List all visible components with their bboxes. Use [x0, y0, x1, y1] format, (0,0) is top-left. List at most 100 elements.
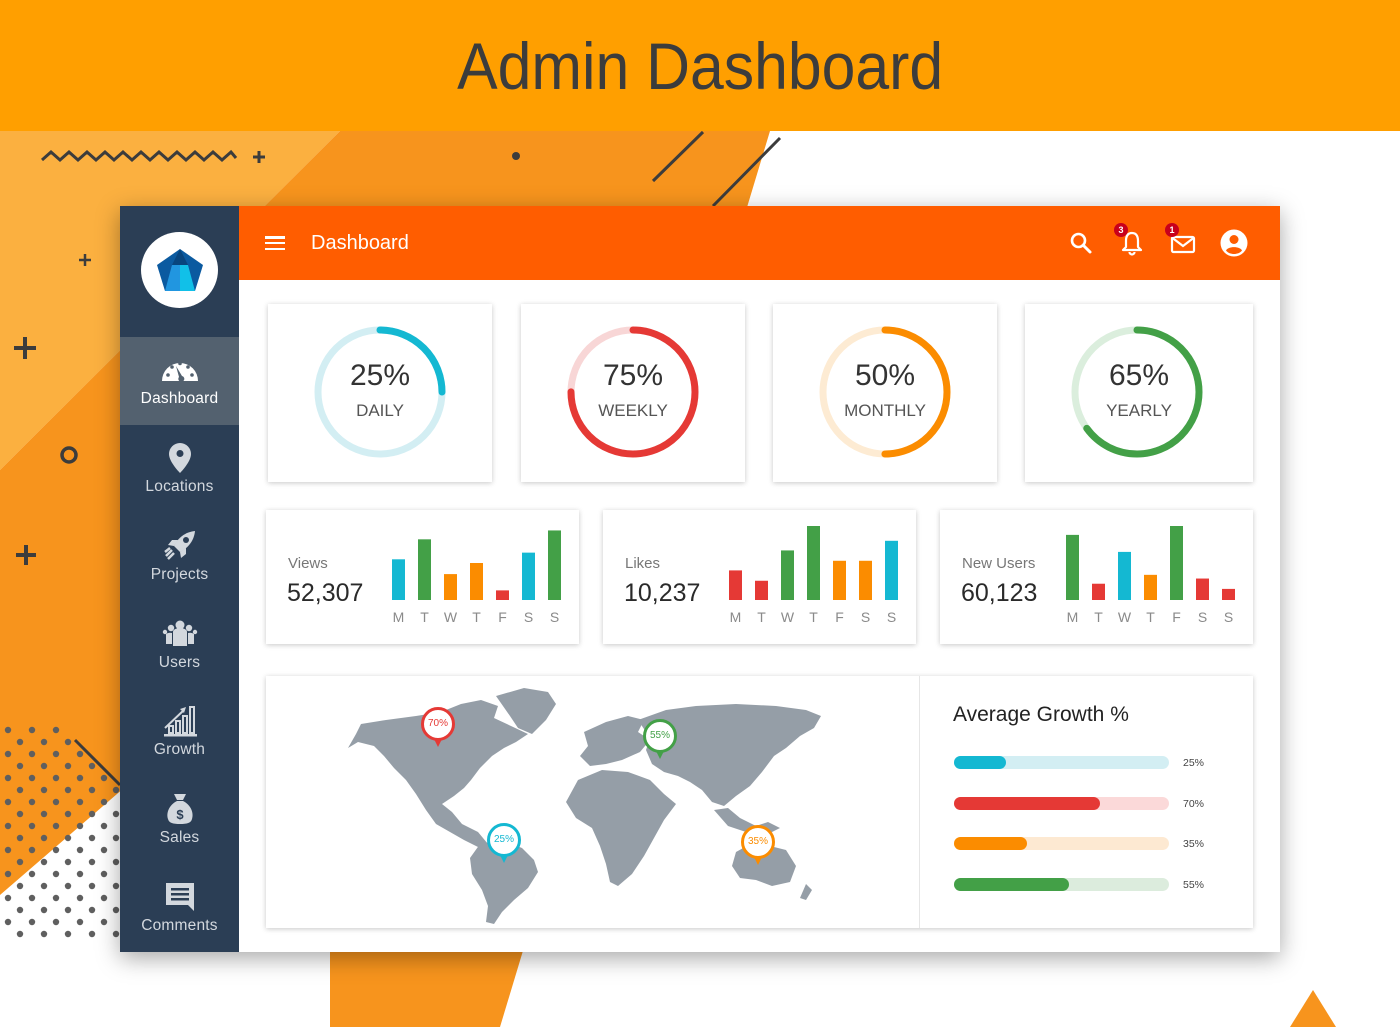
bar: [470, 563, 483, 600]
pin-label: 35%: [747, 836, 768, 847]
x-tick-label: W: [1118, 609, 1132, 625]
pattern-dot: [52, 798, 60, 806]
pin-label: 25%: [493, 834, 514, 845]
growth-bar: [954, 796, 1169, 810]
pattern-dot: [76, 870, 84, 878]
pattern-dot: [88, 810, 96, 818]
messages-button[interactable]: 1: [1165, 223, 1197, 257]
pattern-dot: [64, 738, 72, 746]
pattern-dot: [28, 798, 36, 806]
pattern-dot: [112, 858, 120, 866]
map-pin[interactable]: 70%: [421, 707, 455, 751]
pattern-dot: [40, 858, 48, 866]
x-tick-label: S: [550, 609, 559, 625]
search-button[interactable]: [1067, 229, 1095, 257]
notifications-button[interactable]: 3: [1114, 223, 1146, 257]
bar: [496, 590, 509, 600]
pattern-dot: [64, 762, 72, 770]
pattern-dot: [4, 750, 12, 758]
pattern-dot: [112, 906, 120, 914]
bar: [1170, 526, 1183, 600]
pattern-dot: [4, 726, 12, 734]
content-area: 25% DAILY 75% WEEKLY 50% MONTHLY 65% YEARLY …: [239, 280, 1280, 952]
growth-bar-fill: [954, 756, 1007, 769]
pattern-dot: [100, 846, 108, 854]
hamburger-menu-icon[interactable]: [265, 235, 285, 251]
x-tick-label: S: [1224, 609, 1233, 625]
pattern-dot: [16, 762, 24, 770]
map-pin[interactable]: 25%: [487, 823, 521, 867]
pattern-dot: [64, 882, 72, 890]
pattern-dot: [52, 750, 60, 758]
pattern-dot: [16, 738, 24, 746]
growth-bar-fill: [954, 837, 1027, 850]
map-pin[interactable]: 55%: [643, 719, 677, 763]
sidebar-item-label: Users: [158, 653, 201, 671]
pattern-dot: [52, 726, 60, 734]
pattern-dot: [52, 774, 60, 782]
dashboard-window: Dashboard Locations Projects Users Growt…: [120, 206, 1280, 952]
sidebar-item-dashboard[interactable]: Dashboard: [120, 337, 239, 425]
sidebar-item-label: Growth: [153, 741, 206, 759]
x-tick-label: S: [861, 609, 870, 625]
sidebar-item-label: Comments: [141, 917, 218, 935]
sidebar-item-comments[interactable]: Comments: [120, 864, 239, 952]
views-card: Views 52,307 MTWTFSS: [266, 510, 579, 644]
growth-title: Average Growth %: [953, 703, 1129, 726]
x-tick-label: S: [524, 609, 533, 625]
pattern-dot: [88, 882, 96, 890]
x-tick-label: T: [809, 609, 818, 625]
map-pin[interactable]: 35%: [741, 825, 775, 869]
bar: [833, 560, 846, 600]
bar: [1092, 583, 1105, 600]
growth-percent-label: 55%: [1183, 878, 1205, 891]
x-tick-label: S: [887, 609, 896, 625]
pattern-dot: [28, 726, 36, 734]
x-tick-label: F: [835, 609, 844, 625]
new-users-card: New Users 60,123 MTWTFSS: [940, 510, 1253, 644]
pattern-dot: [16, 882, 24, 890]
pin-label: 55%: [649, 730, 670, 741]
pattern-dot: [4, 894, 12, 902]
logo[interactable]: [141, 232, 218, 309]
growth-bar: [954, 837, 1169, 850]
pin-marker-icon: [643, 719, 677, 759]
sidebar-item-growth[interactable]: Growth: [120, 688, 239, 776]
monthly-progress-card: 50% MONTHLY: [773, 304, 997, 482]
x-tick-label: M: [1067, 609, 1079, 625]
likes-bar-chart: MTWTFSS: [729, 526, 898, 625]
ring-value: 50%: [854, 359, 916, 392]
x-tick-label: F: [1172, 609, 1181, 625]
dot-mark: [512, 152, 520, 160]
account-button[interactable]: [1220, 229, 1248, 257]
pattern-dot: [88, 906, 96, 914]
sidebar-item-sales[interactable]: $ Sales: [120, 776, 239, 864]
pattern-dot: [52, 846, 60, 854]
pattern-dot: [64, 834, 72, 842]
pattern-dot: [28, 774, 36, 782]
pattern-dot: [100, 774, 108, 782]
sidebar-item-projects[interactable]: Projects: [120, 513, 239, 601]
pattern-dot: [112, 882, 120, 890]
average-growth-panel: Average Growth % 25% 70% 35% 55%: [920, 676, 1253, 928]
pattern-dot: [88, 930, 96, 938]
ring-value: 75%: [602, 359, 664, 392]
bar: [885, 540, 898, 600]
pattern-dot: [4, 870, 12, 878]
sidebar-item-locations[interactable]: Locations: [120, 425, 239, 513]
svg-text:$: $: [176, 807, 184, 822]
ring-label: WEEKLY: [598, 401, 668, 420]
sidebar-item-users[interactable]: Users: [120, 601, 239, 689]
bar: [755, 580, 768, 600]
stat-value: 60,123: [961, 579, 1038, 607]
pattern-dot: [40, 834, 48, 842]
sidebar-item-label: Projects: [150, 565, 209, 583]
pattern-dot: [40, 738, 48, 746]
sidebar-item-label: Dashboard: [140, 389, 219, 407]
pattern-dot: [16, 906, 24, 914]
views-bar-chart: MTWTFSS: [392, 530, 561, 625]
bar: [1222, 588, 1235, 600]
likes-card: Likes 10,237 MTWTFSS: [603, 510, 916, 644]
stat-name: New Users: [962, 555, 1036, 572]
pattern-dot: [52, 918, 60, 926]
